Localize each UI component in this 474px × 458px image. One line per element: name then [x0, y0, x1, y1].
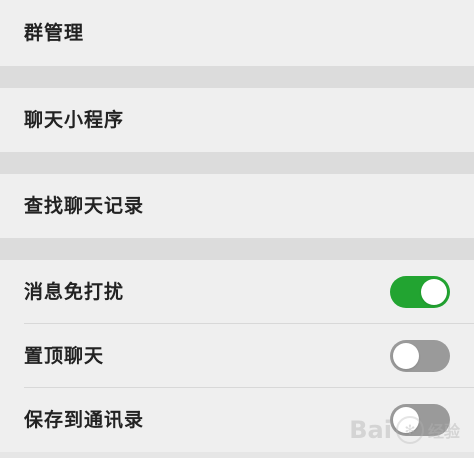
sticky-on-top-label: 置顶聊天	[24, 344, 105, 367]
group-management-label: 群管理	[24, 21, 85, 44]
toggle-knob	[421, 279, 447, 305]
save-to-contacts-toggle[interactable]	[390, 404, 450, 436]
mini-programs-label: 聊天小程序	[24, 108, 125, 131]
search-chat-history-label: 查找聊天记录	[24, 194, 145, 217]
section-divider	[0, 152, 474, 174]
sticky-on-top-row[interactable]: 置顶聊天	[0, 324, 474, 388]
search-chat-history-row[interactable]: 查找聊天记录	[0, 174, 474, 238]
save-to-contacts-label: 保存到通讯录	[24, 408, 145, 431]
mini-programs-row[interactable]: 聊天小程序	[0, 88, 474, 152]
section-divider	[0, 66, 474, 88]
sticky-on-top-toggle[interactable]	[390, 340, 450, 372]
chat-settings-screen: 群管理 聊天小程序 查找聊天记录 消息免打扰 置顶聊天 保存到通讯录 Bai ✻…	[0, 0, 474, 458]
mute-notifications-label: 消息免打扰	[24, 280, 125, 303]
save-to-contacts-row[interactable]: 保存到通讯录	[0, 388, 474, 452]
toggle-knob	[393, 407, 419, 433]
toggle-knob	[393, 343, 419, 369]
mute-notifications-row[interactable]: 消息免打扰	[0, 260, 474, 324]
mute-notifications-toggle[interactable]	[390, 276, 450, 308]
group-management-row[interactable]: 群管理	[0, 0, 474, 66]
section-divider	[0, 238, 474, 260]
